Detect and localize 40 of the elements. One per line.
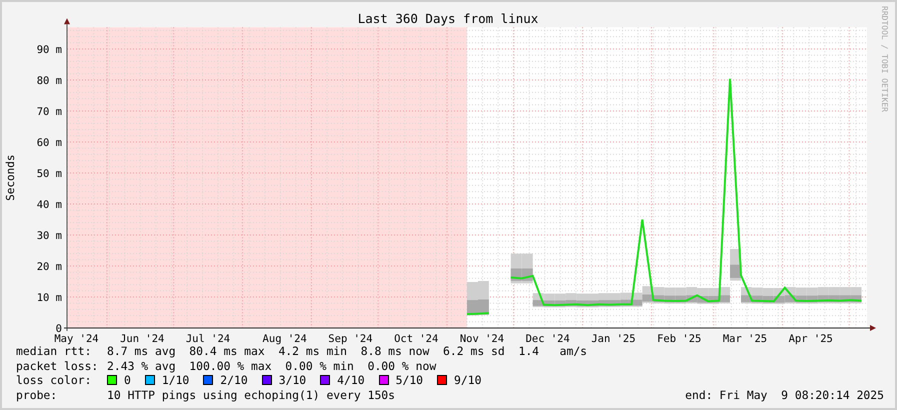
legend-text: 3/10 [278,373,306,388]
legend-label: probe: [16,388,58,402]
x-tick-label: Jan '25 [591,333,636,345]
x-tick-label: Jul '24 [186,333,230,345]
x-tick-label: Mar '25 [722,333,768,345]
y-tick-label: 30 m [36,230,62,242]
legend-text: 9/10 [454,373,482,388]
y-tick-label: 90 m [36,44,62,56]
y-axis-title: Seconds [4,154,17,201]
legend-text: 0 [124,373,131,388]
legend-text: 4/10 [337,373,365,388]
y-tick-label: 40 m [36,199,62,211]
legend-text: 10 HTTP pings using echoping(1) every 150s [107,388,396,402]
y-tick-label: 80 m [36,75,62,87]
y-tick-label: 20 m [36,261,62,273]
chart-title: Last 360 Days from linux [358,11,538,26]
y-tick-label: 10 m [36,292,62,304]
x-tick-label: Apr '25 [788,333,833,345]
legend-label: packet loss: [16,358,100,373]
legend-label: median rtt: [16,344,92,358]
x-tick-label: Nov '24 [460,333,504,345]
legend-text: 8.7 ms avg 80.4 ms max 4.2 ms min 8.8 ms now 6.2 ms sd 1.4 am/s [107,344,588,358]
x-tick-label: Sep '24 [328,333,373,345]
legend-text: 1/10 [162,373,190,388]
y-tick-label: 60 m [36,137,62,149]
x-tick-label: Oct '24 [394,333,438,345]
y-tick-label: 70 m [36,106,62,118]
credit-text: RRDTOOL / TOBI OETIKER [880,6,889,112]
x-tick-label: May '24 [54,333,99,345]
x-tick-label: Jun '24 [120,333,164,345]
legend-label: loss color: [16,373,92,388]
legend-text: 2/10 [220,373,248,388]
x-tick-label: Feb '25 [657,333,702,345]
y-tick-label: 50 m [36,168,62,180]
end-time: end: Fri May 9 08:20:14 2025 [685,388,884,402]
legend-text: 2.43 % avg 100.00 % max 0.00 % min 0.00 % now [107,358,436,373]
legend-text: 5/10 [396,373,424,388]
x-tick-label: Aug '24 [262,333,307,345]
x-tick-label: Dec '24 [526,333,570,345]
y-tick-label: 0 [56,323,62,335]
